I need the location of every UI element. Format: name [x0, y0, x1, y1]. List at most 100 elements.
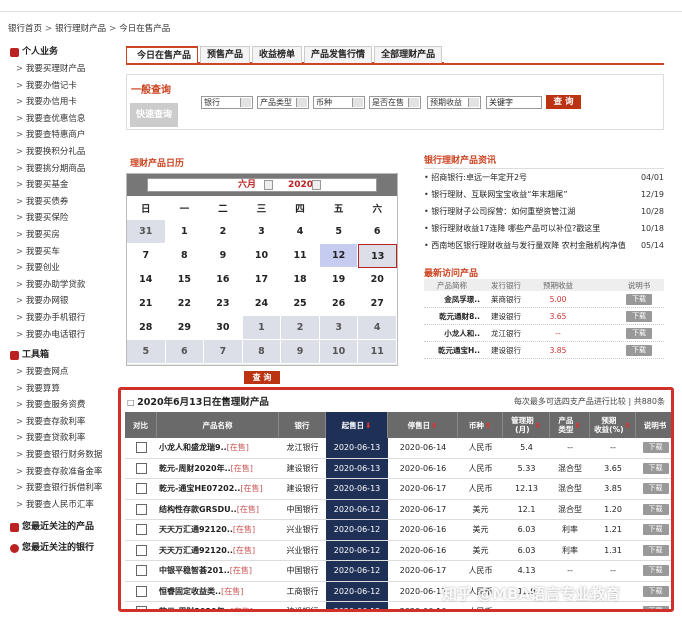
calendar-day[interactable]: 25: [281, 292, 320, 316]
product-name-cell[interactable]: 乾元-通宝HE07202.. [在售]: [157, 479, 279, 499]
calendar-day[interactable]: 8: [165, 244, 205, 268]
download-button[interactable]: 下载: [642, 503, 669, 515]
table-col-header[interactable]: 对比: [125, 412, 157, 438]
month-select[interactable]: 六月: [238, 179, 256, 191]
compare-checkbox[interactable]: [135, 503, 147, 515]
download-button[interactable]: 下载: [626, 293, 652, 305]
download-button[interactable]: 下载: [642, 462, 669, 474]
compare-checkbox[interactable]: [135, 524, 147, 536]
compare-checkbox[interactable]: [135, 585, 147, 597]
bank-select[interactable]: 银行: [201, 96, 253, 109]
calendar-day[interactable]: 26: [319, 292, 359, 316]
calendar-day[interactable]: 14: [127, 268, 166, 292]
sidebar-item[interactable]: 我要办信用卡: [10, 94, 115, 111]
product-name[interactable]: 天天万汇通92120..: [159, 545, 233, 556]
tab-4[interactable]: 全部理财产品: [374, 46, 443, 63]
sidebar-item[interactable]: 我要办网银: [10, 293, 115, 310]
news-item-title[interactable]: 银行理财收益17连降 哪些产品可以补位?戳这里: [424, 220, 600, 237]
query-submit-button[interactable]: 查 询: [546, 95, 581, 109]
calendar-day[interactable]: 10: [242, 244, 282, 268]
on-sale-select[interactable]: 是否在售: [369, 96, 421, 109]
calendar-day[interactable]: 4: [358, 316, 397, 340]
sidebar-item[interactable]: 我要查特惠商户: [10, 127, 115, 144]
keyword-input[interactable]: 关键字: [486, 96, 542, 109]
calendar-day[interactable]: 19: [319, 268, 359, 292]
tab-2[interactable]: 收益榜单: [252, 46, 303, 63]
news-item[interactable]: 银行理财收益17连降 哪些产品可以补位?戳这里 10/18: [424, 220, 664, 237]
calendar-day[interactable]: 7: [127, 244, 166, 268]
calendar-day[interactable]: 1: [165, 220, 205, 244]
news-item-title[interactable]: 招商银行:卓远一年定开2号: [424, 169, 527, 186]
calendar-day[interactable]: 28: [127, 316, 166, 340]
table-col-header[interactable]: 银行: [279, 412, 326, 438]
sidebar-tool-item[interactable]: 我要查银行拆借利率: [10, 480, 115, 497]
download-button[interactable]: 下载: [642, 606, 669, 609]
tab-1[interactable]: 预售产品: [200, 46, 251, 63]
product-type-select[interactable]: 产品类型: [257, 96, 309, 109]
calendar-day[interactable]: 16: [204, 268, 243, 292]
tab-0[interactable]: 今日在售产品: [126, 46, 199, 63]
sidebar-item[interactable]: 我要买理财产品: [10, 61, 115, 78]
calendar-day[interactable]: 9: [281, 340, 320, 364]
calendar-day[interactable]: 11: [281, 244, 320, 268]
product-name-cell[interactable]: 小龙人和盛龙瑞9.. [在售]: [157, 438, 279, 458]
sidebar-item[interactable]: 我要办借记卡: [10, 78, 115, 95]
product-name[interactable]: 天天万汇通92120..: [159, 524, 233, 535]
news-item[interactable]: 西南地区银行理财收益与发行量双降 农村金融机构净值 05/14: [424, 237, 664, 254]
table-col-header[interactable]: 起售日 ⬇: [326, 412, 388, 438]
calendar-day[interactable]: 29: [165, 316, 205, 340]
table-col-header[interactable]: 产品 类型 ⬆: [550, 412, 590, 438]
sidebar-tool-item[interactable]: 我要查贷款利率: [10, 430, 115, 447]
calendar-day[interactable]: 24: [242, 292, 282, 316]
sort-up-icon[interactable]: ⬆: [535, 421, 541, 430]
sort-up-icon[interactable]: ⬆: [485, 421, 491, 430]
product-name[interactable]: 乾元-通宝HE07202..: [159, 483, 240, 494]
sidebar-item[interactable]: 我要买债券: [10, 194, 115, 211]
tab-3[interactable]: 产品发售行情: [304, 46, 373, 63]
sidebar-item[interactable]: 我要买保险: [10, 210, 115, 227]
calendar-day[interactable]: 18: [281, 268, 320, 292]
calendar-day[interactable]: 3: [319, 316, 359, 340]
calendar-day[interactable]: 6: [165, 340, 205, 364]
product-name[interactable]: 中银平稳智荟201..: [159, 565, 230, 576]
recent-product-name[interactable]: 乾元通财8..: [424, 311, 480, 322]
download-button[interactable]: 下载: [642, 565, 669, 577]
product-name[interactable]: 小龙人和盛龙瑞9..: [159, 442, 227, 453]
news-item[interactable]: 银行理财、互联网宝宝收益“年末翘尾” 12/19: [424, 186, 664, 203]
product-name[interactable]: 乾元-周财2020年..: [159, 606, 231, 609]
download-button[interactable]: 下载: [626, 310, 652, 322]
recent-product-name[interactable]: 金凤孚璟..: [424, 294, 480, 305]
calendar-day[interactable]: 27: [358, 292, 397, 316]
download-button[interactable]: 下载: [626, 344, 652, 356]
table-col-header[interactable]: 预期 收益(%) ⬆: [590, 412, 636, 438]
calendar-day[interactable]: 17: [242, 268, 282, 292]
product-name-cell[interactable]: 天天万汇通92120.. [在售]: [157, 520, 279, 540]
chevron-down-icon[interactable]: [312, 180, 321, 190]
calendar-day[interactable]: 21: [127, 292, 166, 316]
calendar-day[interactable]: 2: [204, 220, 243, 244]
sidebar-tool-item[interactable]: 我要查银行财务数据: [10, 447, 115, 464]
product-name-cell[interactable]: 天天万汇通92120.. [在售]: [157, 541, 279, 561]
download-button[interactable]: 下载: [626, 327, 652, 339]
calendar-day[interactable]: 4: [281, 220, 320, 244]
sidebar-tool-item[interactable]: 我要查网点: [10, 364, 115, 381]
product-name-cell[interactable]: 结构性存款GRSDU.. [在售]: [157, 500, 279, 520]
download-button[interactable]: 下载: [642, 585, 669, 597]
compare-checkbox[interactable]: [135, 462, 147, 474]
calendar-day[interactable]: 30: [204, 316, 243, 340]
product-name-cell[interactable]: 中银平稳智荟201.. [在售]: [157, 561, 279, 581]
sidebar-item[interactable]: 我要买车: [10, 244, 115, 261]
calendar-day[interactable]: 31: [127, 220, 166, 244]
table-col-header[interactable]: 停售日 ⬆: [388, 412, 458, 438]
calendar-day[interactable]: 12: [319, 244, 359, 268]
compare-checkbox[interactable]: [135, 442, 147, 454]
sidebar-item[interactable]: 我要办手机银行: [10, 310, 115, 327]
sidebar-item[interactable]: 我要创业: [10, 260, 115, 277]
download-button[interactable]: 下载: [642, 442, 669, 454]
compare-checkbox[interactable]: [135, 483, 147, 495]
product-name-cell[interactable]: 恒睿固定收益类.. [在售]: [157, 582, 279, 602]
crumb-home[interactable]: 银行首页: [8, 24, 42, 34]
download-button[interactable]: 下载: [642, 483, 669, 495]
sort-up-icon[interactable]: ⬆: [574, 421, 580, 430]
sidebar-item[interactable]: 我要查优惠信息: [10, 111, 115, 128]
